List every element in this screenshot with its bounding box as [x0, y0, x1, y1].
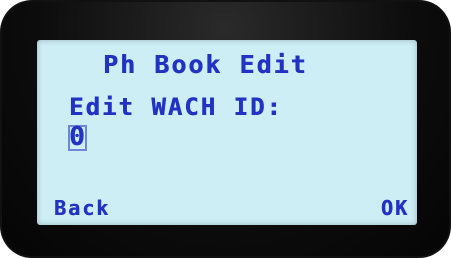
edit-prompt-label: Edit WACH ID:: [69, 93, 283, 121]
lcd-screen: Ph Book Edit Edit WACH ID: 0 Back OK: [37, 40, 417, 225]
ok-softkey[interactable]: OK: [381, 196, 409, 220]
id-input-value: 0: [69, 122, 87, 152]
device-bezel: Ph Book Edit Edit WACH ID: 0 Back OK: [0, 0, 451, 258]
back-softkey[interactable]: Back: [54, 196, 110, 220]
screen-title: Ph Book Edit: [103, 50, 308, 79]
